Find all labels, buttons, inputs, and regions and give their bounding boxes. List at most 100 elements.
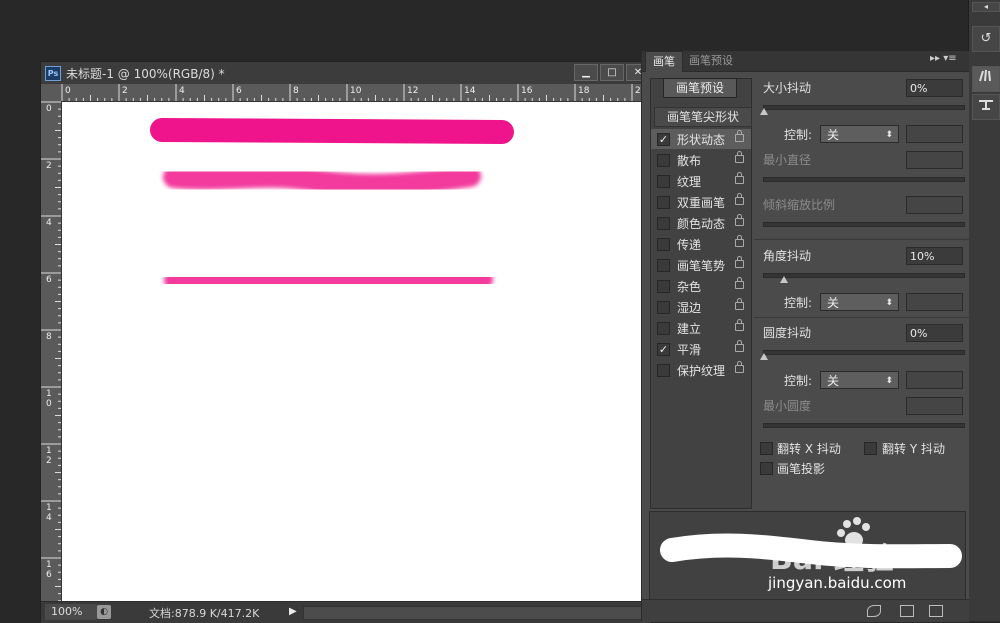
brush-projection-label: 画笔投影 xyxy=(777,462,826,476)
ruler-label: 4 xyxy=(179,86,185,96)
document-titlebar[interactable]: Ps 未标题-1 @ 100%(RGB/8) * ▁ □ ✕ xyxy=(41,62,651,85)
watermark-logo: Bai 经验 xyxy=(770,542,894,577)
size-jitter-thumb[interactable] xyxy=(760,108,768,115)
photoshop-logo-icon: Ps xyxy=(45,66,61,81)
minimize-button[interactable]: ▁ xyxy=(574,64,598,81)
history-icon[interactable]: ↺ xyxy=(972,26,1000,52)
roundness-control-select[interactable]: 关 ⬍ xyxy=(820,371,899,389)
maximize-button[interactable]: □ xyxy=(600,64,624,81)
ruler-label: 18 xyxy=(578,86,590,96)
angle-jitter-field[interactable]: 10% xyxy=(906,247,963,265)
brush-option-item[interactable]: ✓ 形状动态 xyxy=(651,129,751,149)
brush-option-label: 杂色 xyxy=(677,280,702,294)
status-menu-arrow-icon[interactable]: ▶ xyxy=(289,606,297,617)
lock-icon[interactable] xyxy=(735,151,744,163)
brush-option-checkbox[interactable] xyxy=(657,364,670,377)
brush-option-checkbox[interactable] xyxy=(657,238,670,251)
zoom-level-field[interactable]: 100% xyxy=(45,604,97,620)
lock-icon[interactable] xyxy=(735,298,744,310)
brush-option-checkbox[interactable] xyxy=(657,154,670,167)
lock-icon[interactable] xyxy=(735,277,744,289)
brush-option-item[interactable]: 画笔笔势 xyxy=(651,255,751,275)
brush-tip-shape-item[interactable]: 画笔笔尖形状 xyxy=(654,107,752,127)
lock-icon[interactable] xyxy=(735,193,744,205)
brush-option-item[interactable]: 杂色 xyxy=(651,276,751,296)
roundness-jitter-thumb[interactable] xyxy=(760,353,768,360)
brush-option-item[interactable]: 散布 xyxy=(651,150,751,170)
angle-control-select[interactable]: 关 ⬍ xyxy=(820,293,899,311)
brush-option-checkbox[interactable]: ✓ xyxy=(657,133,670,146)
toggle-live-tip-icon[interactable] xyxy=(867,605,881,617)
lock-icon[interactable] xyxy=(735,340,744,352)
divider xyxy=(754,239,969,240)
angle-jitter-label: 角度抖动 xyxy=(763,249,812,263)
stamp-icon xyxy=(979,100,993,110)
ruler-label: 10 xyxy=(350,86,362,96)
status-info-icon[interactable]: ◐ xyxy=(97,605,111,619)
brush-presets-button[interactable]: 画笔预设 xyxy=(663,78,737,98)
angle-jitter-thumb[interactable] xyxy=(780,276,788,283)
brush-option-item[interactable]: 双重画笔 xyxy=(651,192,751,212)
size-jitter-slider[interactable] xyxy=(760,105,965,115)
lock-icon[interactable] xyxy=(735,319,744,331)
tilt-scale-field xyxy=(906,196,963,214)
brush-option-checkbox[interactable] xyxy=(657,175,670,188)
clone-source-icon[interactable] xyxy=(972,94,1000,120)
tab-brush-presets[interactable]: 画笔预设 xyxy=(682,51,740,71)
panel-menu-icon[interactable]: ▸▸ ▾≡ xyxy=(930,53,957,64)
brush-icon xyxy=(979,69,991,82)
chevron-updown-icon: ⬍ xyxy=(885,376,893,386)
lock-icon[interactable] xyxy=(735,256,744,268)
size-jitter-field[interactable]: 0% xyxy=(906,79,963,97)
brush-option-label: 双重画笔 xyxy=(677,196,726,210)
roundness-jitter-slider[interactable] xyxy=(760,350,965,360)
brush-option-label: 保护纹理 xyxy=(677,364,726,378)
ruler-label: 6 xyxy=(46,570,52,580)
size-control-select[interactable]: 关 ⬍ xyxy=(820,125,899,143)
horizontal-ruler[interactable]: 02468101214161820 xyxy=(61,84,651,102)
horizontal-scrollbar[interactable] xyxy=(303,606,645,620)
ruler-origin[interactable] xyxy=(41,84,62,102)
brush-option-checkbox[interactable]: ✓ xyxy=(657,343,670,356)
roundness-jitter-field[interactable]: 0% xyxy=(906,324,963,342)
new-preset-icon[interactable] xyxy=(929,605,943,617)
document-title: 未标题-1 @ 100%(RGB/8) * xyxy=(66,67,225,81)
lock-icon[interactable] xyxy=(735,361,744,373)
vertical-ruler[interactable]: 0246810121416 xyxy=(41,101,62,601)
ruler-label: 2 xyxy=(46,456,52,466)
brush-panel-icon[interactable] xyxy=(972,66,1000,92)
brush-option-label: 平滑 xyxy=(677,343,702,357)
ruler-label: 16 xyxy=(521,86,533,96)
brush-option-item[interactable]: 建立 xyxy=(651,318,751,338)
brush-option-checkbox[interactable] xyxy=(657,259,670,272)
brush-option-item[interactable]: 湿边 xyxy=(651,297,751,317)
brush-option-checkbox[interactable] xyxy=(657,217,670,230)
lock-icon[interactable] xyxy=(735,130,744,142)
ruler-label: 14 xyxy=(464,86,476,96)
brush-option-item[interactable]: ✓ 平滑 xyxy=(651,339,751,359)
canvas[interactable] xyxy=(62,102,642,602)
brush-option-label: 传递 xyxy=(677,238,702,252)
brush-option-checkbox[interactable] xyxy=(657,301,670,314)
tilt-scale-slider xyxy=(763,222,965,227)
lock-icon[interactable] xyxy=(735,235,744,247)
brush-option-item[interactable]: 传递 xyxy=(651,234,751,254)
brush-option-item[interactable]: 保护纹理 xyxy=(651,360,751,380)
brush-stroke-3 xyxy=(164,268,493,294)
brush-option-checkbox[interactable] xyxy=(657,196,670,209)
flip-x-checkbox[interactable] xyxy=(760,442,773,455)
brush-grid-icon[interactable] xyxy=(900,605,914,617)
brush-option-checkbox[interactable] xyxy=(657,280,670,293)
angle-jitter-slider[interactable] xyxy=(763,273,965,283)
brush-projection-checkbox[interactable] xyxy=(760,462,773,475)
flip-y-checkbox[interactable] xyxy=(864,442,877,455)
lock-icon[interactable] xyxy=(735,214,744,226)
ruler-label: 4 xyxy=(46,513,52,523)
lock-icon[interactable] xyxy=(735,172,744,184)
brush-option-item[interactable]: 纹理 xyxy=(651,171,751,191)
collapse-dock-icon[interactable]: ◂ xyxy=(972,2,1000,12)
brush-option-label: 湿边 xyxy=(677,301,702,315)
brush-option-item[interactable]: 颜色动态 xyxy=(651,213,751,233)
brush-option-checkbox[interactable] xyxy=(657,322,670,335)
tab-brush[interactable]: 画笔 xyxy=(645,51,683,72)
